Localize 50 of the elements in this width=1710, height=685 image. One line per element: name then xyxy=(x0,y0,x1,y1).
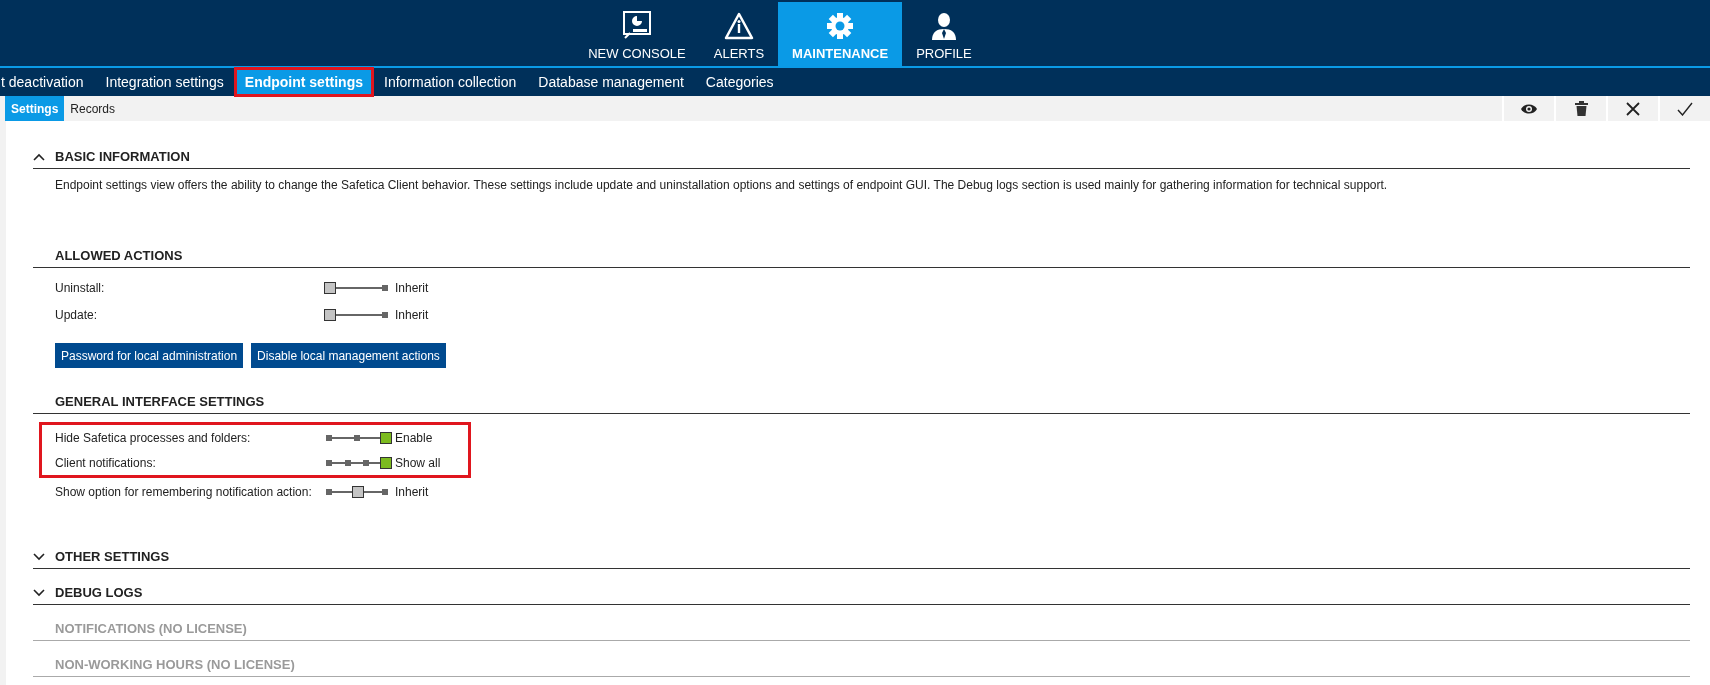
check-icon xyxy=(1677,101,1693,116)
chevron-down-icon[interactable] xyxy=(33,588,45,597)
setting-value: Show all xyxy=(395,455,441,470)
section-title[interactable]: BASIC INFORMATION xyxy=(55,149,190,164)
description-text: Endpoint settings view offers the ability to change the Safetica Client behavior. These settings include update and uninstallation options and settings of endpoint GUI. The Debug logs section is used mainly for gathering information for technical support. xyxy=(55,178,1389,192)
action-button[interactable]: Password for local administration xyxy=(55,343,244,368)
section-title: GENERAL INTERFACE SETTINGS xyxy=(55,394,265,409)
slider-thumb[interactable] xyxy=(352,485,364,498)
slider-thumb[interactable] xyxy=(324,281,336,294)
nav-tab[interactable]: Database management xyxy=(527,68,695,96)
slider-track[interactable] xyxy=(323,281,391,294)
slider-thumb[interactable] xyxy=(324,308,336,321)
nav-tab[interactable]: Integration settings xyxy=(94,68,235,96)
chevron-down-icon[interactable] xyxy=(33,552,45,561)
close-icon xyxy=(1626,101,1640,116)
setting-value: Enable xyxy=(395,430,433,445)
section-title: NON-WORKING HOURS (NO LICENSE) xyxy=(55,657,295,672)
nav-tab[interactable]: Categories xyxy=(694,68,785,96)
section-title[interactable]: DEBUG LOGS xyxy=(55,585,143,600)
action-button[interactable]: Disable local management actions xyxy=(251,343,446,368)
nav-tab[interactable]: PROFILE xyxy=(902,2,986,66)
slider-track[interactable] xyxy=(323,308,391,321)
setting-label: Uninstall: xyxy=(55,280,106,295)
chevron-up-icon[interactable] xyxy=(33,152,45,161)
section-title: NOTIFICATIONS (NO LICENSE) xyxy=(55,621,247,636)
setting-label: Hide Safetica processes and folders: xyxy=(55,430,252,445)
setting-label: Client notifications: xyxy=(55,455,157,470)
section-title[interactable]: OTHER SETTINGS xyxy=(55,549,170,564)
setting-value: Inherit xyxy=(395,484,429,499)
nav-tab[interactable]: t deactivation xyxy=(0,68,95,96)
eye-icon xyxy=(1521,102,1537,115)
nav-tab[interactable]: Information collection xyxy=(373,68,528,96)
setting-value: Inherit xyxy=(395,280,429,295)
setting-label: Show option for remembering notification action: xyxy=(55,484,313,499)
trash-icon xyxy=(1574,101,1588,116)
slider-thumb[interactable] xyxy=(380,456,392,469)
slider-track[interactable] xyxy=(323,456,391,469)
setting-label: Update: xyxy=(55,307,99,322)
section-title: ALLOWED ACTIONS xyxy=(55,248,183,263)
console-icon xyxy=(621,10,652,40)
setting-value: Inherit xyxy=(395,307,429,322)
person-icon xyxy=(930,12,957,40)
slider-track[interactable] xyxy=(323,431,391,444)
warning-icon xyxy=(723,12,754,40)
view-tab[interactable]: Records xyxy=(64,96,122,121)
slider-track[interactable] xyxy=(323,485,391,498)
nav-tab[interactable]: NEW CONSOLE xyxy=(574,2,700,66)
slider-thumb[interactable] xyxy=(380,431,392,444)
nav-tab[interactable]: ALERTS xyxy=(699,2,779,66)
gear-icon xyxy=(826,12,855,40)
